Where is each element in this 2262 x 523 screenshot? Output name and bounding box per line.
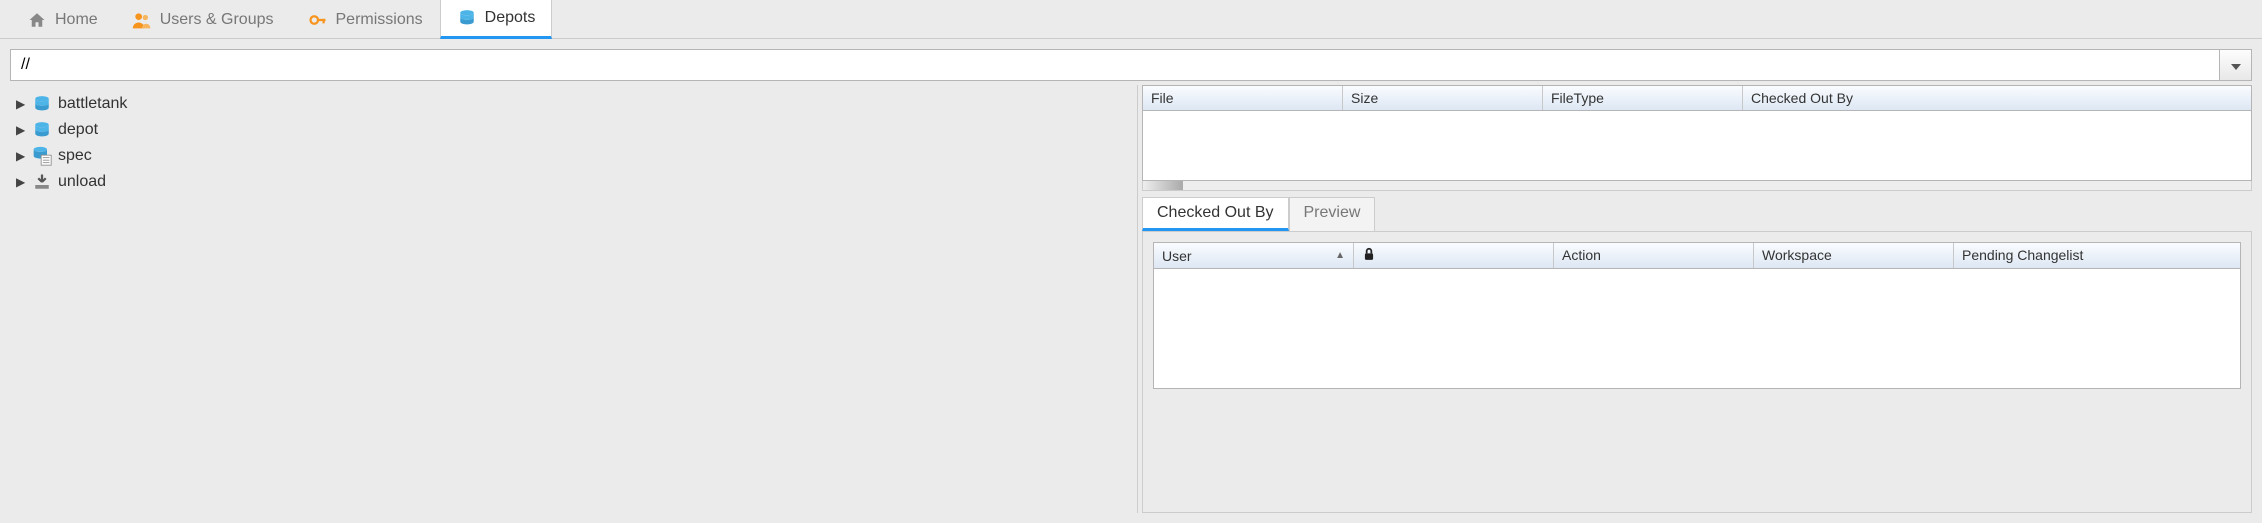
- chevron-down-icon: [2231, 57, 2241, 73]
- tree-label: spec: [58, 147, 92, 165]
- main-tab-bar: Home Users & Groups Permissions Depots: [0, 0, 2262, 38]
- spec-depot-icon: [32, 146, 52, 166]
- tab-permissions[interactable]: Permissions: [291, 1, 440, 38]
- subtab-checked-out-by[interactable]: Checked Out By: [1142, 197, 1289, 231]
- split-pane: ▶ battletank ▶ depot ▶ spec: [10, 85, 2252, 513]
- depot-tree: ▶ battletank ▶ depot ▶ spec: [10, 85, 1138, 513]
- tab-users-groups[interactable]: Users & Groups: [115, 1, 291, 38]
- file-grid-scrollbar[interactable]: [1142, 181, 2252, 191]
- col-lock[interactable]: [1354, 243, 1554, 268]
- tab-depots[interactable]: Depots: [440, 0, 553, 39]
- checkout-grid-body: [1153, 269, 2241, 389]
- sort-asc-icon: ▲: [1335, 250, 1345, 261]
- expand-icon[interactable]: ▶: [16, 123, 26, 137]
- expand-icon[interactable]: ▶: [16, 97, 26, 111]
- col-user-label: User: [1162, 248, 1192, 264]
- detail-panel: User ▲ Action Workspace Pending Changeli…: [1142, 231, 2252, 513]
- file-grid-header: File Size FileType Checked Out By: [1142, 85, 2252, 111]
- tree-item-spec[interactable]: ▶ spec: [10, 143, 1137, 169]
- lock-icon: [1362, 247, 1376, 264]
- tab-label: Home: [55, 11, 98, 29]
- tree-item-battletank[interactable]: ▶ battletank: [10, 91, 1137, 117]
- path-input[interactable]: [10, 49, 2220, 81]
- detail-tab-bar: Checked Out By Preview: [1142, 197, 2252, 231]
- tree-label: unload: [58, 173, 106, 191]
- checkout-grid-header: User ▲ Action Workspace Pending Changeli…: [1153, 242, 2241, 269]
- depot-icon: [457, 8, 477, 28]
- col-action[interactable]: Action: [1554, 243, 1754, 268]
- col-filetype[interactable]: FileType: [1543, 86, 1743, 110]
- depot-icon: [32, 120, 52, 140]
- col-checkedoutby[interactable]: Checked Out By: [1743, 86, 2251, 110]
- tab-label: Permissions: [336, 11, 423, 29]
- col-size[interactable]: Size: [1343, 86, 1543, 110]
- tree-label: battletank: [58, 95, 127, 113]
- tree-label: depot: [58, 121, 98, 139]
- col-workspace[interactable]: Workspace: [1754, 243, 1954, 268]
- tab-label: Depots: [485, 9, 536, 27]
- tab-home[interactable]: Home: [10, 1, 115, 38]
- expand-icon[interactable]: ▶: [16, 149, 26, 163]
- expand-icon[interactable]: ▶: [16, 175, 26, 189]
- unload-depot-icon: [32, 172, 52, 192]
- path-dropdown-button[interactable]: [2220, 49, 2252, 81]
- file-grid-body: [1142, 111, 2252, 181]
- home-icon: [27, 10, 47, 30]
- key-icon: [308, 10, 328, 30]
- right-panel: File Size FileType Checked Out By Checke…: [1138, 85, 2252, 513]
- col-user[interactable]: User ▲: [1154, 243, 1354, 268]
- depot-icon: [32, 94, 52, 114]
- col-pending-changelist[interactable]: Pending Changelist: [1954, 243, 2240, 268]
- users-icon: [132, 10, 152, 30]
- tab-label: Users & Groups: [160, 11, 274, 29]
- tree-item-depot[interactable]: ▶ depot: [10, 117, 1137, 143]
- tree-item-unload[interactable]: ▶ unload: [10, 169, 1137, 195]
- path-bar: [10, 49, 2252, 81]
- content-area: ▶ battletank ▶ depot ▶ spec: [0, 38, 2262, 523]
- subtab-preview[interactable]: Preview: [1289, 197, 1376, 231]
- col-file[interactable]: File: [1143, 86, 1343, 110]
